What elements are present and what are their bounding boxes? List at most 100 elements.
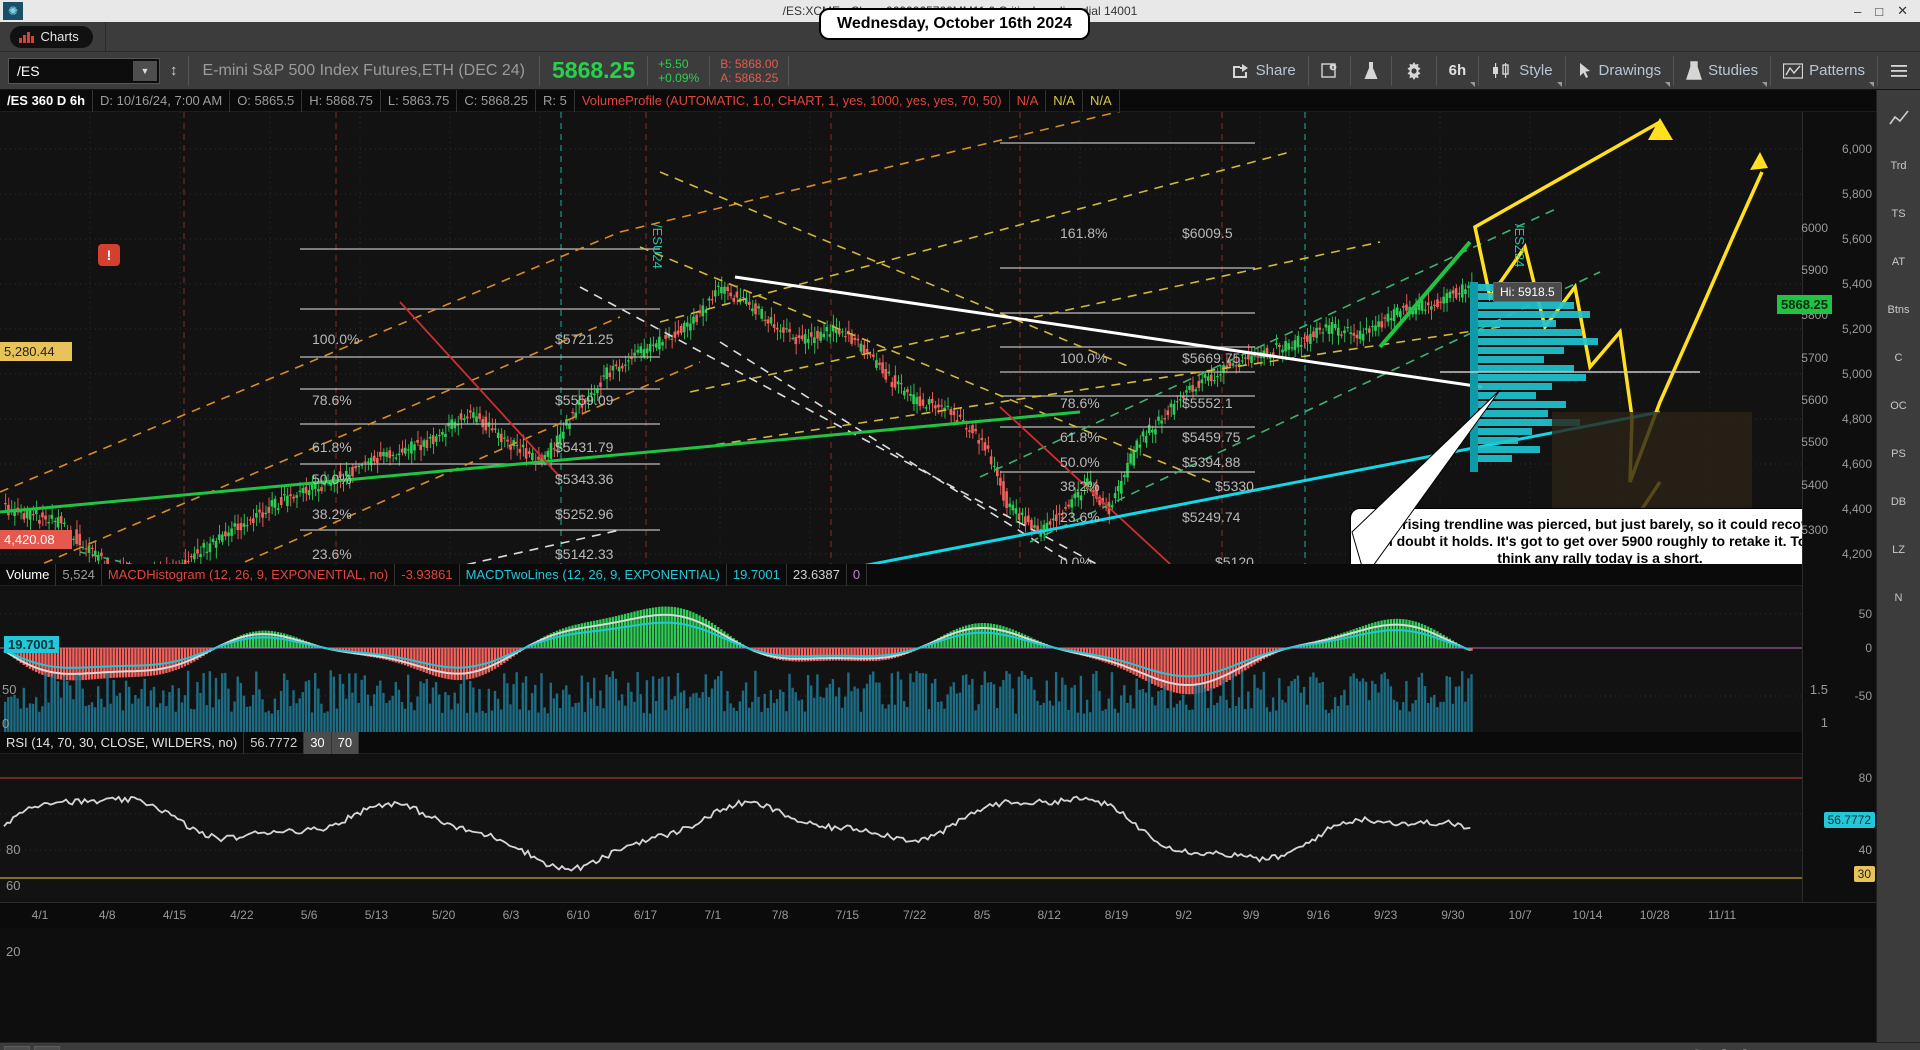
x-tick: 10/14 xyxy=(1572,908,1603,922)
x-tick: 8/5 xyxy=(973,908,991,922)
studies-button[interactable]: Studies xyxy=(1674,52,1770,90)
flask-button[interactable] xyxy=(1351,52,1391,90)
sidebar-item-trd[interactable]: Trd xyxy=(1882,144,1916,188)
macd-hist-label[interactable]: MACDHistogram (12, 26, 9, EXPONENTIAL, n… xyxy=(102,563,396,586)
macd-lines-label[interactable]: MACDTwoLines (12, 26, 9, EXPONENTIAL) xyxy=(460,563,727,586)
macd-plot[interactable]: 19.7001 xyxy=(0,586,1802,732)
tab-charts-label: Charts xyxy=(40,29,79,44)
y-tick: 6,000 xyxy=(1841,142,1872,156)
sidebar-item-c[interactable]: C xyxy=(1882,336,1916,380)
contract-label: /ESZ24 xyxy=(1512,224,1527,268)
macd-svg xyxy=(0,586,1802,732)
x-tick: 8/12 xyxy=(1037,908,1061,922)
high-tooltip: Hi: 5918.5 xyxy=(1493,282,1562,302)
rsi-label[interactable]: RSI (14, 70, 30, CLOSE, WILDERS, no) xyxy=(0,731,245,754)
y-tick: 4,200 xyxy=(1841,547,1872,561)
volume-label[interactable]: Volume xyxy=(0,563,57,586)
fib-pct: 38.2% xyxy=(1060,478,1100,494)
x-tick: 9/16 xyxy=(1306,908,1330,922)
price-badge: 4,420.08 xyxy=(0,530,72,549)
current-price-badge: 5868.25 xyxy=(1777,295,1832,314)
alert-icon[interactable]: ! xyxy=(98,244,120,266)
y-tick: 5,800 xyxy=(1841,187,1872,201)
y-tick-right: 5700 xyxy=(1801,351,1828,365)
sidebar-item-ps[interactable]: PS xyxy=(1882,432,1916,476)
sidebar-item-at[interactable]: AT xyxy=(1882,240,1916,284)
x-tick: 5/20 xyxy=(431,908,456,922)
symbol-input[interactable]: /ES ▼ xyxy=(8,57,160,84)
share-label: Share xyxy=(1255,62,1296,79)
info-low: L: 5863.75 xyxy=(381,90,458,112)
volume-value: 5,524 xyxy=(56,563,102,586)
info-na-2: N/A xyxy=(1046,90,1083,112)
macd-lines-value-2: 23.6387 xyxy=(787,563,847,586)
fib-pct: 50.0% xyxy=(312,471,352,487)
timeframe-label: 6h xyxy=(1448,62,1467,79)
rsi-lower-band[interactable]: 30 xyxy=(304,731,332,754)
drawings-button[interactable]: Drawings xyxy=(1566,52,1674,90)
flask-beaker-icon xyxy=(1686,60,1703,80)
price-pane[interactable]: 100.0% $5721.25 78.6% $5559.09 61.8% $54… xyxy=(0,91,1876,684)
bid-price: B: 5868.00 xyxy=(720,56,779,71)
price-plot[interactable]: 100.0% $5721.25 78.6% $5559.09 61.8% $54… xyxy=(0,91,1876,684)
x-axis[interactable]: 4/1 4/8 4/15 4/22 5/6 5/13 5/20 6/3 6/10 6/17 7/1 7… xyxy=(0,902,1876,928)
x-tick: 7/1 xyxy=(704,908,722,922)
price-change: +5.50 xyxy=(658,56,689,71)
x-tick: 6/3 xyxy=(502,908,520,922)
macd-lines-value-1: 19.7001 xyxy=(727,563,787,586)
x-tick: 7/8 xyxy=(771,908,789,922)
sidebar-item-ts[interactable]: TS xyxy=(1882,192,1916,236)
style-button[interactable]: Style xyxy=(1479,52,1564,90)
rsi-plot[interactable] xyxy=(0,754,1802,902)
x-tick: 9/2 xyxy=(1175,908,1193,922)
fib-pct: 61.8% xyxy=(1060,429,1100,445)
patterns-button[interactable]: Patterns xyxy=(1771,52,1877,90)
candle-height-icon[interactable]: ↕ xyxy=(170,62,178,79)
macd-left-tick: 50 xyxy=(2,682,17,697)
close-button[interactable]: ✕ xyxy=(1897,3,1908,19)
rsi-header: RSI (14, 70, 30, CLOSE, WILDERS, no) 56.… xyxy=(0,731,1876,754)
tab-charts[interactable]: Charts xyxy=(10,25,93,48)
x-tick: 5/13 xyxy=(364,908,389,922)
rail-chart-icon[interactable] xyxy=(1882,96,1916,140)
toolbar-divider xyxy=(788,55,790,86)
menu-button[interactable] xyxy=(1878,52,1920,90)
studies-label: Studies xyxy=(1708,62,1759,79)
sidebar-item-oc[interactable]: OC xyxy=(1882,384,1916,428)
x-tick: 9/9 xyxy=(1242,908,1260,922)
price-change-pct: +0.09% xyxy=(658,70,700,85)
chevron-down-icon xyxy=(1665,81,1671,87)
hamburger-menu-icon xyxy=(1891,64,1907,77)
x-tick: 6/10 xyxy=(566,908,590,922)
rsi-upper-band[interactable]: 70 xyxy=(331,731,360,754)
macd-lines-value-3: 0 xyxy=(847,563,868,586)
y-tick-right: 5900 xyxy=(1801,263,1828,277)
fib-price: $5431.79 xyxy=(555,439,614,455)
rsi-pane[interactable]: RSI (14, 70, 30, CLOSE, WILDERS, no) 56.… xyxy=(0,731,1876,902)
y-tick-right: 5300 xyxy=(1801,523,1828,537)
x-tick: 7/22 xyxy=(902,908,927,922)
chevron-down-icon xyxy=(1869,81,1874,87)
macd-hist-value: -3.93861 xyxy=(395,563,460,586)
fib-pct: 78.6% xyxy=(312,392,352,408)
fib-price: $5142.33 xyxy=(555,546,614,562)
last-price: 5868.25 xyxy=(552,57,636,83)
fib-pct: 23.6% xyxy=(1060,509,1100,525)
settings-button[interactable] xyxy=(1392,52,1436,90)
chevron-down-icon[interactable]: ▼ xyxy=(133,60,157,81)
macd-pane[interactable]: Volume 5,524 MACDHistogram (12, 26, 9, E… xyxy=(0,563,1876,732)
notes-button[interactable] xyxy=(1309,52,1350,90)
fit-button[interactable]: ▤ xyxy=(34,1045,60,1050)
sidebar-item-lz[interactable]: LZ xyxy=(1882,528,1916,572)
maximize-button[interactable]: □ xyxy=(1875,4,1883,19)
sidebar-item-db[interactable]: DB xyxy=(1882,480,1916,524)
info-volume-profile-study[interactable]: VolumeProfile (AUTOMATIC, 1.0, CHART, 1,… xyxy=(575,90,1009,112)
x-tick: 4/8 xyxy=(98,908,116,922)
sidebar-item-btns[interactable]: Btns xyxy=(1882,288,1916,332)
minimize-button[interactable]: – xyxy=(1854,4,1861,19)
share-button[interactable]: Share xyxy=(1220,52,1308,90)
sidebar-item-n[interactable]: N xyxy=(1882,576,1916,620)
timeframe-button[interactable]: 6h xyxy=(1437,52,1479,90)
main-area: /ES 360 D 6h D: 10/16/24, 7:00 AM O: 586… xyxy=(0,90,1920,1042)
home-button[interactable]: ⌂ xyxy=(4,1045,30,1050)
